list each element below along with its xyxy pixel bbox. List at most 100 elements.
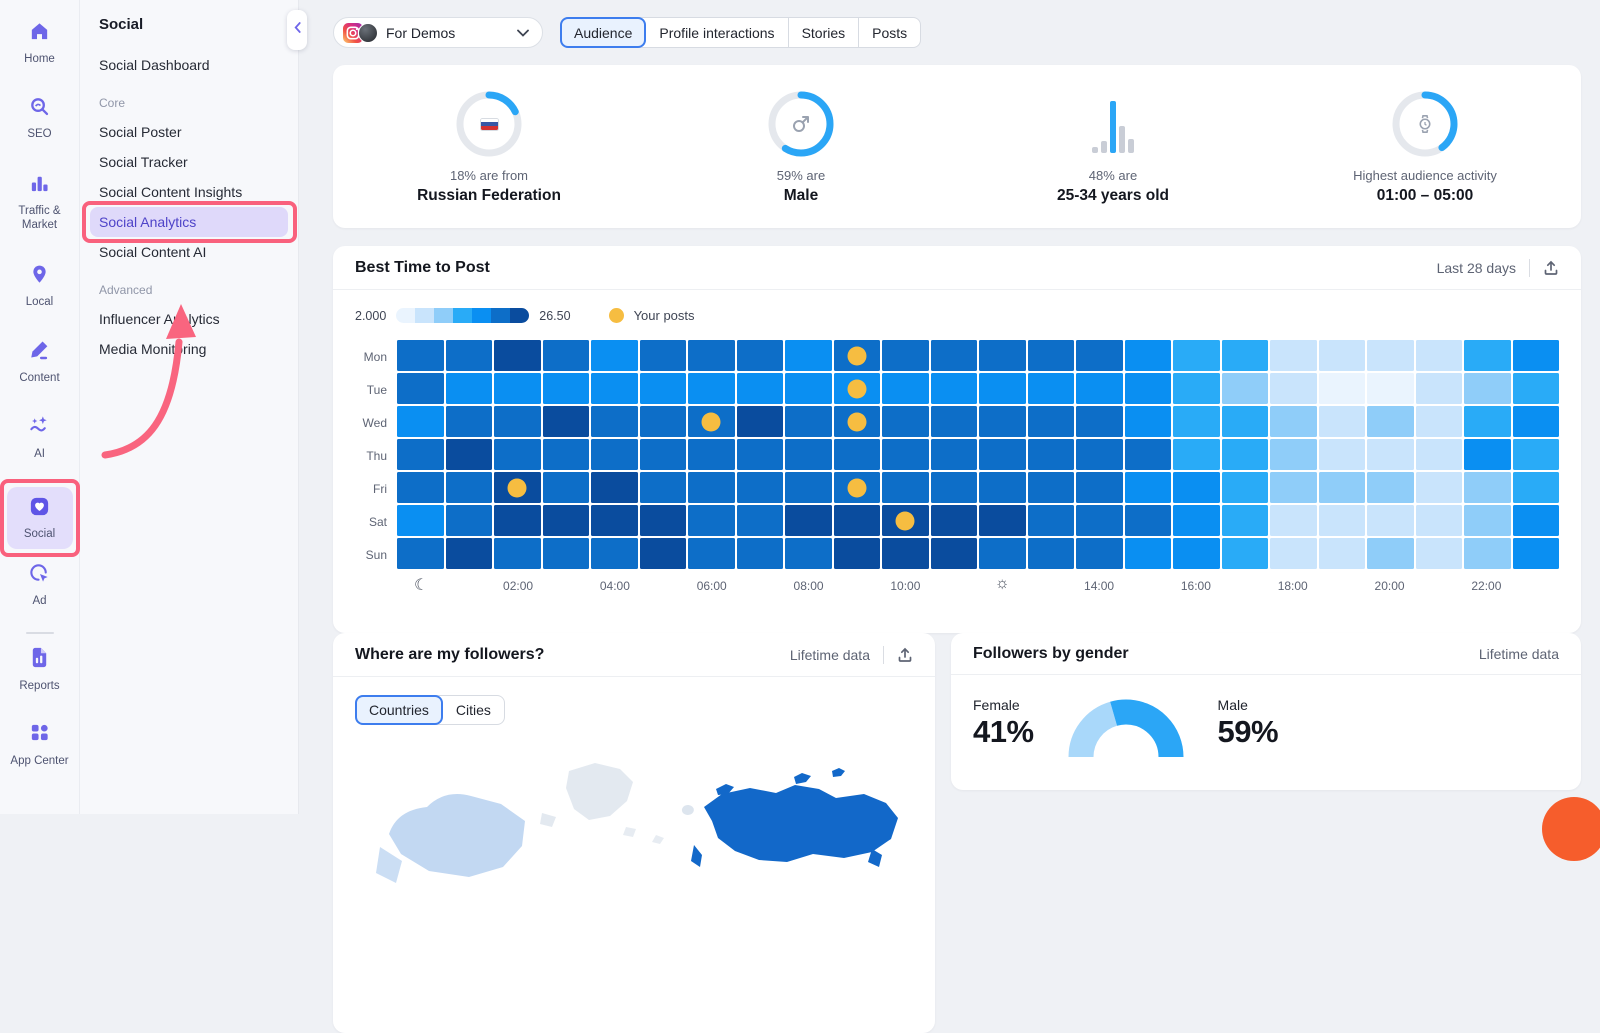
scale-step bbox=[491, 308, 510, 323]
tab-audience[interactable]: Audience bbox=[560, 17, 646, 48]
scale-step bbox=[434, 308, 453, 323]
menu-section-core: Core bbox=[80, 80, 298, 117]
world-map bbox=[355, 749, 913, 919]
heatmap-cell bbox=[1464, 505, 1511, 536]
main-content: For Demos Audience Profile interactions … bbox=[299, 0, 1600, 814]
tab-cities[interactable]: Cities bbox=[443, 696, 504, 724]
tab-profile-interactions[interactable]: Profile interactions bbox=[646, 18, 787, 47]
menu-item-media-monitoring[interactable]: Media Monitoring bbox=[80, 334, 298, 364]
heatmap-cell bbox=[834, 439, 881, 470]
heatmap-cell bbox=[834, 373, 881, 404]
account-selector[interactable]: For Demos bbox=[333, 17, 543, 48]
heatmap-cell bbox=[1125, 340, 1172, 371]
sidebar-item-app-center[interactable]: App Center bbox=[4, 721, 76, 768]
heatmap-cell bbox=[1222, 505, 1269, 536]
period-label: Last 28 days bbox=[1437, 260, 1516, 276]
ad-click-icon bbox=[28, 562, 51, 589]
gender-share-ring bbox=[767, 90, 835, 158]
sidebar-item-content[interactable]: Content bbox=[4, 338, 76, 385]
russia-flag-icon bbox=[480, 118, 499, 131]
stat-caption: 59% are bbox=[777, 168, 825, 183]
heatmap-cell bbox=[1125, 472, 1172, 503]
menu-item-social-content-ai[interactable]: Social Content AI bbox=[80, 237, 298, 267]
collapse-sidebar-button[interactable] bbox=[287, 10, 307, 50]
heatmap-cell bbox=[446, 538, 493, 569]
sidebar-item-traffic-market[interactable]: Traffic & Market bbox=[4, 172, 76, 233]
heatmap-cell bbox=[1270, 340, 1317, 371]
tab-posts[interactable]: Posts bbox=[858, 18, 920, 47]
heatmap-cell bbox=[1173, 373, 1220, 404]
heatmap-cell bbox=[737, 406, 784, 437]
heatmap-cell bbox=[1319, 340, 1366, 371]
divider bbox=[1529, 259, 1530, 277]
export-icon[interactable] bbox=[1543, 260, 1559, 276]
heatmap-cell bbox=[1464, 439, 1511, 470]
heatmap-cell bbox=[688, 373, 735, 404]
heatmap-cell bbox=[397, 538, 444, 569]
heatmap-cell bbox=[979, 373, 1026, 404]
menu-section-advanced: Advanced bbox=[80, 267, 298, 304]
sidebar-item-label: Traffic & Market bbox=[4, 204, 76, 233]
primary-sidebar: Home SEO Traffic & Market Local Content … bbox=[0, 0, 80, 814]
tab-stories[interactable]: Stories bbox=[788, 18, 859, 47]
topbar: For Demos Audience Profile interactions … bbox=[333, 17, 1581, 48]
menu-item-label: Social Analytics bbox=[99, 214, 196, 230]
heatmap-cell bbox=[397, 340, 444, 371]
heatmap-cell bbox=[1125, 439, 1172, 470]
menu-item-influencer-analytics[interactable]: Influencer Analytics bbox=[80, 304, 298, 334]
account-name: For Demos bbox=[386, 25, 455, 41]
sidebar-item-ai[interactable]: AI bbox=[4, 414, 76, 461]
menu-item-social-poster[interactable]: Social Poster bbox=[80, 117, 298, 147]
sidebar-item-social[interactable]: Social bbox=[7, 487, 73, 549]
heatmap-cell bbox=[1076, 538, 1123, 569]
male-value: 59% bbox=[1218, 714, 1279, 750]
heatmap-cell bbox=[1076, 505, 1123, 536]
tab-countries[interactable]: Countries bbox=[355, 695, 443, 725]
sidebar-item-reports[interactable]: Reports bbox=[4, 646, 76, 693]
heatmap-cell bbox=[1367, 472, 1414, 503]
heatmap-cell bbox=[882, 538, 929, 569]
heatmap-cell bbox=[640, 505, 687, 536]
export-icon[interactable] bbox=[897, 647, 913, 663]
age-bar bbox=[1119, 126, 1125, 153]
male-label: Male bbox=[1218, 697, 1279, 713]
menu-item-social-content-insights[interactable]: Social Content Insights bbox=[80, 177, 298, 207]
heatmap-cell bbox=[737, 373, 784, 404]
heatmap-cell bbox=[931, 340, 978, 371]
sidebar-item-ad[interactable]: Ad bbox=[4, 562, 76, 609]
sidebar-item-label: Ad bbox=[32, 594, 46, 608]
heatmap-cell bbox=[446, 406, 493, 437]
age-distribution-icon bbox=[1092, 95, 1134, 153]
menu-item-social-dashboard[interactable]: Social Dashboard bbox=[80, 50, 298, 80]
support-chat-button[interactable] bbox=[1542, 797, 1600, 861]
heatmap-cell bbox=[834, 472, 881, 503]
menu-item-social-tracker[interactable]: Social Tracker bbox=[80, 147, 298, 177]
heatmap-cell bbox=[1513, 439, 1560, 470]
stat-caption: Highest audience activity bbox=[1353, 168, 1497, 183]
heatmap-cell bbox=[494, 439, 541, 470]
heatmap-cell bbox=[882, 340, 929, 371]
heatmap-cell bbox=[1028, 538, 1075, 569]
heatmap-cell bbox=[1222, 538, 1269, 569]
scale-step bbox=[510, 308, 529, 323]
heatmap-cell bbox=[834, 538, 881, 569]
heatmap-cell bbox=[1416, 538, 1463, 569]
menu-item-social-analytics[interactable]: Social Analytics bbox=[90, 207, 288, 237]
heatmap-cell bbox=[1076, 340, 1123, 371]
heatmap-cell bbox=[834, 505, 881, 536]
heatmap-cell bbox=[931, 439, 978, 470]
sidebar-item-home[interactable]: Home bbox=[4, 20, 76, 67]
heatmap-cell bbox=[1222, 406, 1269, 437]
heatmap-cell bbox=[1173, 340, 1220, 371]
heatmap-day-labels: MonTueWedThuFriSatSun bbox=[355, 340, 397, 599]
heatmap-cell bbox=[1222, 373, 1269, 404]
sidebar-item-seo[interactable]: SEO bbox=[4, 95, 76, 142]
card-title: Followers by gender bbox=[973, 645, 1129, 663]
sidebar-item-local[interactable]: Local bbox=[4, 263, 76, 310]
your-post-marker bbox=[847, 346, 866, 365]
heatmap-cell bbox=[979, 439, 1026, 470]
watch-icon bbox=[1391, 90, 1459, 158]
heatmap-cell bbox=[688, 505, 735, 536]
heatmap-cell bbox=[543, 340, 590, 371]
heatmap-cell bbox=[494, 505, 541, 536]
